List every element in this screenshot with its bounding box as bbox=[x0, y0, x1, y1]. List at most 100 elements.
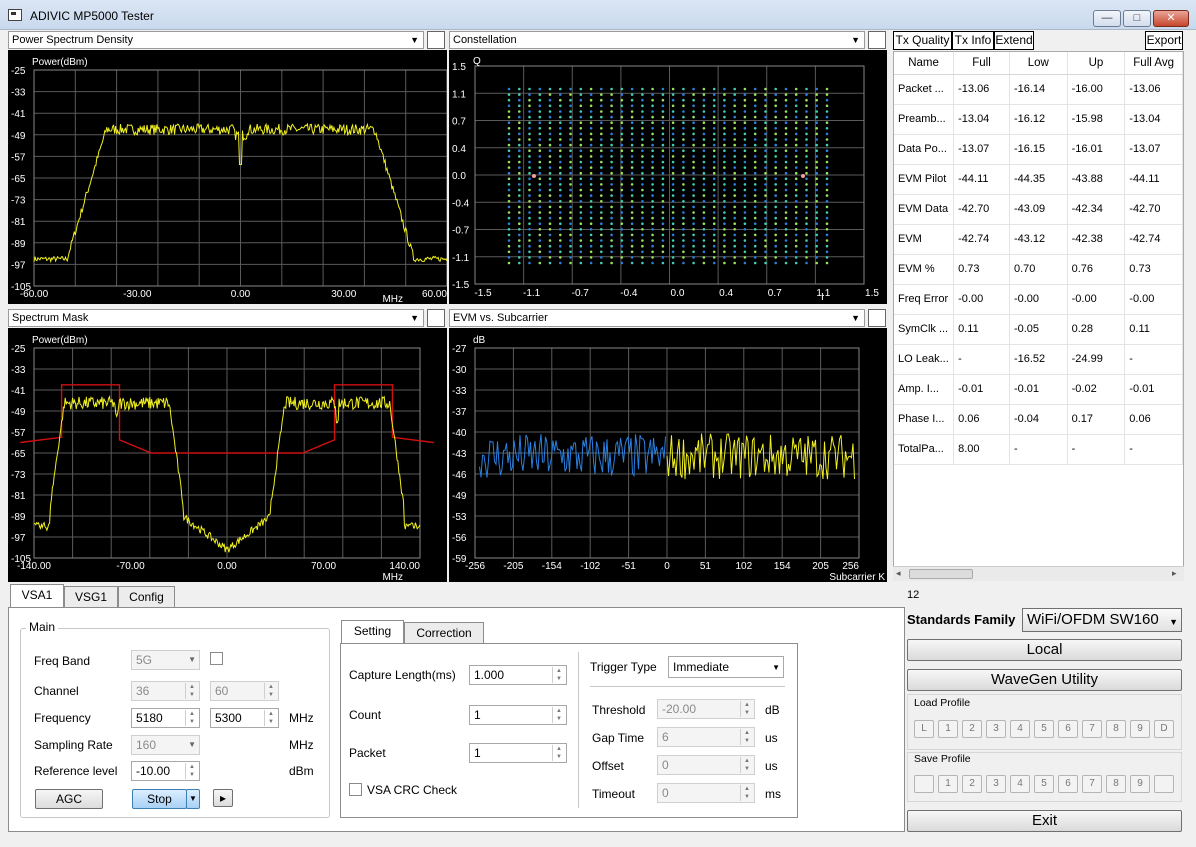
tab-tx-info[interactable]: Tx Info bbox=[952, 31, 994, 50]
table-row[interactable]: EVM Pilot -44.11 -44.35 -43.88 -44.11 bbox=[894, 164, 1183, 195]
save-profile-button-4[interactable]: 4 bbox=[1010, 775, 1030, 793]
agc-button[interactable]: AGC bbox=[35, 789, 103, 809]
freq-band-select[interactable]: 5G ▼ bbox=[131, 650, 200, 670]
table-row[interactable]: EVM % 0.73 0.70 0.76 0.73 bbox=[894, 254, 1183, 285]
column-header[interactable]: Full bbox=[953, 52, 1010, 75]
save-profile-button-10[interactable] bbox=[1154, 775, 1174, 793]
capture-length-stepper[interactable]: 1.000 ▲ ▼ bbox=[469, 665, 567, 685]
frequency1-stepper[interactable]: 5180 ▲ ▼ bbox=[131, 708, 200, 728]
spin-arrows-icon[interactable]: ▲ ▼ bbox=[740, 701, 753, 717]
tab-tx-quality[interactable]: Tx Quality bbox=[893, 31, 952, 50]
vsa-crc-checkbox[interactable] bbox=[349, 783, 362, 796]
save-profile-button-2[interactable]: 2 bbox=[962, 775, 982, 793]
psd-selector[interactable]: Power Spectrum Density ▼ bbox=[8, 31, 424, 49]
sampling-rate-select[interactable]: 160 ▼ bbox=[131, 735, 200, 755]
close-button[interactable]: ✕ bbox=[1153, 10, 1189, 27]
spin-arrows-icon[interactable]: ▲ ▼ bbox=[552, 667, 565, 683]
load-profile-button-2[interactable]: 2 bbox=[962, 720, 982, 738]
column-header[interactable]: Full Avg bbox=[1124, 52, 1183, 75]
save-profile-button-6[interactable]: 6 bbox=[1058, 775, 1078, 793]
load-profile-button-0[interactable]: L bbox=[914, 720, 934, 738]
spin-arrows-icon[interactable]: ▲ ▼ bbox=[740, 757, 753, 773]
spin-arrows-icon[interactable]: ▲ ▼ bbox=[740, 729, 753, 745]
load-profile-button-9[interactable]: 9 bbox=[1130, 720, 1150, 738]
save-profile-button-9[interactable]: 9 bbox=[1130, 775, 1150, 793]
table-row[interactable]: Preamb... -13.04 -16.12 -15.98 -13.04 bbox=[894, 104, 1183, 135]
play-button[interactable]: ▸ bbox=[213, 789, 233, 807]
load-profile-button-10[interactable]: D bbox=[1154, 720, 1174, 738]
tab-extend[interactable]: Extend bbox=[994, 31, 1034, 50]
stop-button[interactable]: Stop bbox=[132, 789, 187, 809]
channel1-stepper[interactable]: 36 ▲ ▼ bbox=[131, 681, 200, 701]
freq-band-checkbox[interactable] bbox=[210, 652, 223, 665]
load-profile-button-7[interactable]: 7 bbox=[1082, 720, 1102, 738]
spin-arrows-icon[interactable]: ▲ ▼ bbox=[552, 707, 565, 723]
evm-toggle-checkbox[interactable] bbox=[868, 309, 886, 327]
save-profile-button-1[interactable]: 1 bbox=[938, 775, 958, 793]
save-profile-button-0[interactable] bbox=[914, 775, 934, 793]
spin-arrows-icon[interactable]: ▲ ▼ bbox=[740, 785, 753, 801]
constellation-selector[interactable]: Constellation ▼ bbox=[449, 31, 865, 49]
table-row[interactable]: EVM -42.74 -43.12 -42.38 -42.74 bbox=[894, 224, 1183, 255]
threshold-stepper[interactable]: -20.00 ▲ ▼ bbox=[657, 699, 755, 719]
scroll-left-icon[interactable]: ◂ bbox=[896, 568, 901, 579]
reference-level-stepper[interactable]: -10.00 ▲ ▼ bbox=[131, 761, 200, 781]
spin-arrows-icon[interactable]: ▲ ▼ bbox=[264, 710, 277, 726]
load-profile-button-3[interactable]: 3 bbox=[986, 720, 1006, 738]
gap-time-stepper[interactable]: 6 ▲ ▼ bbox=[657, 727, 755, 747]
table-row[interactable]: Phase I... 0.06 -0.04 0.17 0.06 bbox=[894, 404, 1183, 435]
evm-selector[interactable]: EVM vs. Subcarrier ▼ bbox=[449, 309, 865, 327]
tab-setting[interactable]: Setting bbox=[341, 620, 404, 644]
wavegen-utility-button[interactable]: WaveGen Utility bbox=[907, 669, 1182, 691]
count-stepper[interactable]: 1 ▲ ▼ bbox=[469, 705, 567, 725]
spin-arrows-icon[interactable]: ▲ ▼ bbox=[185, 710, 198, 726]
frequency2-stepper[interactable]: 5300 ▲ ▼ bbox=[210, 708, 279, 728]
maximize-button[interactable]: □ bbox=[1123, 10, 1151, 27]
column-header[interactable]: Up bbox=[1067, 52, 1126, 75]
column-header[interactable]: Low bbox=[1009, 52, 1068, 75]
table-row[interactable]: LO Leak... - -16.52 -24.99- bbox=[894, 344, 1183, 375]
save-profile-button-8[interactable]: 8 bbox=[1106, 775, 1126, 793]
exit-button[interactable]: Exit bbox=[907, 810, 1182, 832]
load-profile-button-5[interactable]: 5 bbox=[1034, 720, 1054, 738]
constellation-toggle-checkbox[interactable] bbox=[868, 31, 886, 49]
offset-stepper[interactable]: 0 ▲ ▼ bbox=[657, 755, 755, 775]
load-profile-button-1[interactable]: 1 bbox=[938, 720, 958, 738]
timeout-stepper[interactable]: 0 ▲ ▼ bbox=[657, 783, 755, 803]
standards-family-select[interactable]: WiFi/OFDM SW160 ▼ bbox=[1022, 608, 1182, 632]
export-button[interactable]: Export bbox=[1145, 31, 1183, 50]
mask-toggle-checkbox[interactable] bbox=[427, 309, 445, 327]
mask-selector[interactable]: Spectrum Mask ▼ bbox=[8, 309, 424, 327]
table-row[interactable]: SymClk ... 0.11 -0.05 0.28 0.11 bbox=[894, 314, 1183, 345]
column-header[interactable]: Name bbox=[894, 52, 955, 75]
table-row[interactable]: Data Po... -13.07 -16.15 -16.01 -13.07 bbox=[894, 134, 1183, 165]
save-profile-button-5[interactable]: 5 bbox=[1034, 775, 1054, 793]
save-profile-button-3[interactable]: 3 bbox=[986, 775, 1006, 793]
table-row[interactable]: TotalPa... 8.00- - - bbox=[894, 434, 1183, 465]
load-profile-button-4[interactable]: 4 bbox=[1010, 720, 1030, 738]
tab-correction[interactable]: Correction bbox=[404, 622, 484, 644]
minimize-button[interactable]: — bbox=[1093, 10, 1121, 27]
packet-stepper[interactable]: 1 ▲ ▼ bbox=[469, 743, 567, 763]
save-profile-button-7[interactable]: 7 bbox=[1082, 775, 1102, 793]
spin-arrows-icon[interactable]: ▲ ▼ bbox=[552, 745, 565, 761]
load-profile-button-6[interactable]: 6 bbox=[1058, 720, 1078, 738]
tab-vsa1[interactable]: VSA1 bbox=[10, 584, 64, 608]
table-row[interactable]: Packet ... -13.06 -16.14 -16.00 -13.06 bbox=[894, 74, 1183, 105]
scroll-thumb[interactable] bbox=[909, 569, 973, 579]
table-row[interactable]: Amp. I... -0.01 -0.01 -0.02 -0.01 bbox=[894, 374, 1183, 405]
channel2-stepper[interactable]: 60 ▲ ▼ bbox=[210, 681, 279, 701]
tab-config[interactable]: Config bbox=[118, 586, 175, 608]
load-profile-button-8[interactable]: 8 bbox=[1106, 720, 1126, 738]
spin-arrows-icon[interactable]: ▲ ▼ bbox=[185, 763, 198, 779]
psd-toggle-checkbox[interactable] bbox=[427, 31, 445, 49]
table-row[interactable]: EVM Data -42.70 -43.09 -42.34 -42.70 bbox=[894, 194, 1183, 225]
table-row[interactable]: Freq Error -0.00 -0.00 -0.00 -0.00 bbox=[894, 284, 1183, 315]
local-button[interactable]: Local bbox=[907, 639, 1182, 661]
spin-arrows-icon[interactable]: ▲ ▼ bbox=[185, 683, 198, 699]
tab-vsg1[interactable]: VSG1 bbox=[64, 586, 118, 608]
spin-arrows-icon[interactable]: ▲ ▼ bbox=[264, 683, 277, 699]
table-horizontal-scrollbar[interactable]: ◂ ▸ bbox=[893, 566, 1184, 581]
trigger-type-select[interactable]: Immediate ▼ bbox=[668, 656, 784, 678]
scroll-right-icon[interactable]: ▸ bbox=[1172, 568, 1177, 579]
